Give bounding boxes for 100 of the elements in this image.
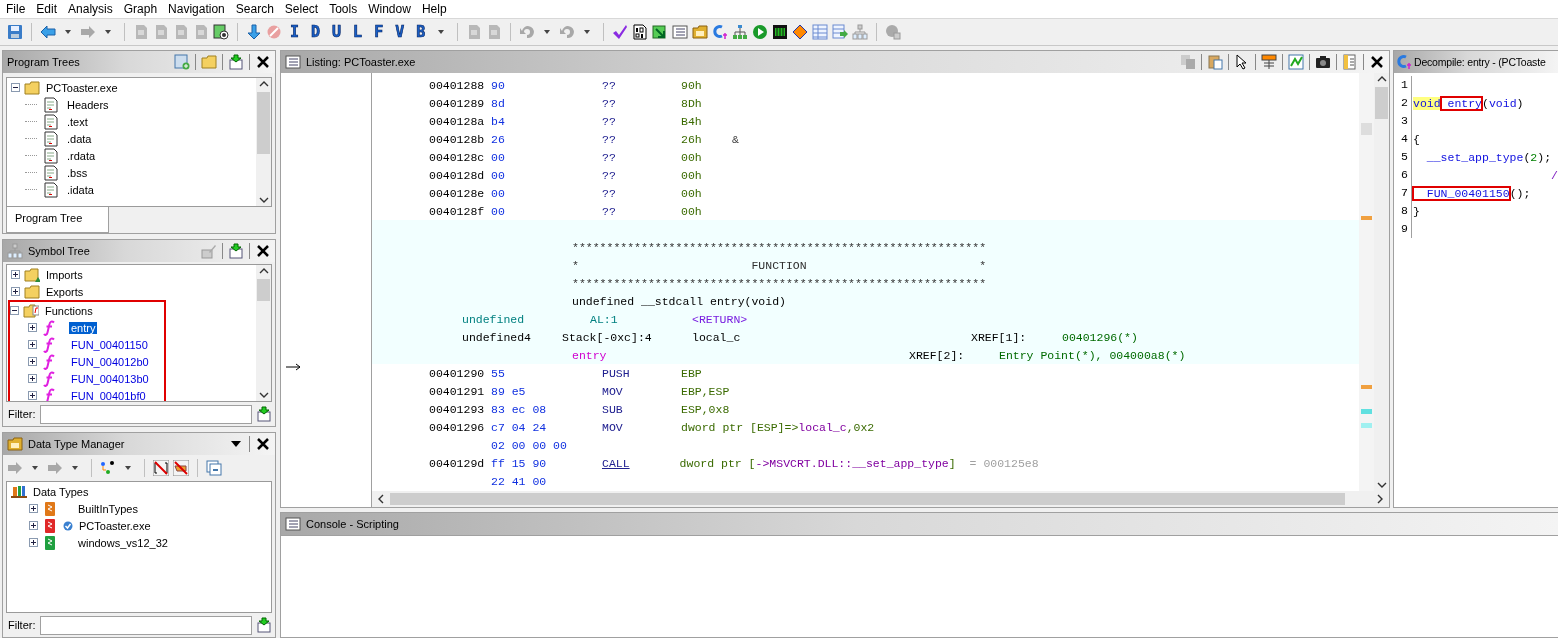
menu-item[interactable]: Select bbox=[280, 2, 326, 16]
menu-item[interactable]: Help bbox=[417, 2, 454, 16]
tree-item[interactable]: windows_vs12_32 bbox=[76, 536, 170, 549]
tree-item[interactable]: .bss bbox=[65, 166, 90, 179]
camera-icon[interactable] bbox=[1315, 54, 1331, 70]
tree-item[interactable]: PCToaster.exe bbox=[44, 81, 120, 94]
tree-item[interactable]: FUN_004013b0 bbox=[69, 372, 151, 385]
bookshelf-icon[interactable] bbox=[11, 483, 27, 500]
tree-item[interactable]: .idata bbox=[65, 183, 96, 196]
collapse-toggle[interactable] bbox=[11, 83, 20, 92]
scrollbar[interactable] bbox=[372, 491, 1389, 507]
scrollbar[interactable] bbox=[256, 265, 271, 401]
diff-icon[interactable] bbox=[1288, 54, 1304, 70]
document-icon[interactable] bbox=[43, 147, 59, 164]
filter-off-icon[interactable] bbox=[173, 460, 189, 476]
scroll-thumb[interactable] bbox=[390, 493, 1345, 505]
expand-toggle[interactable] bbox=[29, 504, 38, 513]
document-icon[interactable] bbox=[43, 130, 59, 147]
expand-toggle[interactable] bbox=[28, 391, 37, 400]
menu-item[interactable]: Window bbox=[364, 2, 418, 16]
chip-icon[interactable] bbox=[772, 24, 789, 40]
image-icon[interactable] bbox=[213, 24, 229, 40]
down-arrow-icon[interactable] bbox=[246, 24, 262, 40]
tree-item[interactable]: Headers bbox=[65, 98, 111, 111]
filter-off-icon[interactable] bbox=[153, 460, 169, 476]
menu-item[interactable]: Analysis bbox=[64, 2, 120, 16]
table-export-icon[interactable] bbox=[832, 24, 849, 40]
function-icon[interactable] bbox=[712, 24, 729, 40]
close-icon[interactable] bbox=[255, 436, 271, 452]
overview-marker[interactable] bbox=[1361, 423, 1372, 428]
close-icon[interactable] bbox=[255, 243, 271, 259]
expand-toggle[interactable] bbox=[28, 323, 37, 332]
document-icon[interactable] bbox=[43, 164, 59, 181]
play-icon[interactable] bbox=[752, 24, 769, 40]
binary-file-icon[interactable] bbox=[632, 24, 649, 40]
expand-toggle[interactable] bbox=[29, 538, 38, 547]
close-icon[interactable] bbox=[1369, 54, 1385, 70]
toolbar-button[interactable]: V bbox=[391, 23, 409, 41]
tree-item[interactable]: Functions bbox=[43, 304, 95, 317]
filter-field[interactable] bbox=[39, 404, 252, 424]
document-icon[interactable] bbox=[43, 96, 59, 113]
xref-value[interactable]: 00401296(*) bbox=[1062, 330, 1138, 344]
folder-icon[interactable] bbox=[692, 24, 709, 40]
tree-item[interactable]: PCToaster.exe bbox=[77, 519, 153, 532]
filter-field[interactable] bbox=[39, 615, 252, 635]
scroll-left-icon[interactable] bbox=[376, 494, 386, 504]
tree-icon[interactable] bbox=[732, 24, 749, 40]
tree-item[interactable]: BuiltInTypes bbox=[76, 502, 140, 515]
folder-icon[interactable] bbox=[24, 266, 40, 283]
menu-item[interactable]: Tools bbox=[325, 2, 365, 16]
expand-toggle[interactable] bbox=[28, 340, 37, 349]
expand-toggle[interactable] bbox=[11, 287, 20, 296]
function-icon[interactable] bbox=[41, 336, 57, 353]
scrollbar[interactable] bbox=[1374, 73, 1389, 491]
toolbar-button[interactable]: L bbox=[349, 23, 367, 41]
tree-item[interactable]: .rdata bbox=[65, 149, 98, 162]
scroll-thumb[interactable] bbox=[257, 279, 270, 302]
document-icon[interactable] bbox=[43, 181, 59, 198]
tree-item[interactable]: Imports bbox=[44, 268, 85, 281]
document-icon[interactable] bbox=[43, 113, 59, 130]
scrollbar[interactable] bbox=[256, 78, 271, 206]
collapse-toggle[interactable] bbox=[10, 306, 19, 315]
menu-item[interactable]: File bbox=[2, 2, 33, 16]
tree-item[interactable]: Data Types bbox=[31, 485, 91, 498]
tree-item[interactable]: FUN_00401150 bbox=[69, 338, 150, 351]
graph-icon[interactable] bbox=[100, 460, 116, 476]
collapse-all-icon[interactable] bbox=[206, 460, 222, 476]
tree-item[interactable]: entry bbox=[69, 321, 98, 334]
function-icon[interactable] bbox=[41, 319, 57, 336]
xref-value[interactable]: Entry Point(*), 004000a8(*) bbox=[999, 348, 1186, 362]
expand-toggle[interactable] bbox=[28, 374, 37, 383]
filter-options-icon[interactable] bbox=[256, 617, 272, 633]
function-icon[interactable] bbox=[41, 353, 57, 370]
tree-item[interactable]: FUN_004012b0 bbox=[69, 355, 151, 368]
menu-item[interactable]: Graph bbox=[119, 2, 165, 16]
save-icon[interactable] bbox=[7, 24, 23, 40]
menu-item[interactable]: Navigation bbox=[164, 2, 232, 16]
checkmark-icon[interactable] bbox=[612, 24, 629, 40]
fields-icon[interactable] bbox=[1261, 54, 1277, 70]
scroll-thumb[interactable] bbox=[1375, 87, 1388, 119]
tree-item[interactable]: Exports bbox=[44, 285, 86, 298]
close-icon[interactable] bbox=[255, 54, 271, 70]
toolbar-button[interactable]: D bbox=[307, 23, 325, 41]
paste-icon[interactable] bbox=[1207, 54, 1223, 70]
expand-toggle[interactable] bbox=[11, 270, 20, 279]
tree-item[interactable]: .text bbox=[65, 115, 90, 128]
tree-item[interactable]: FUN_00401bf0 bbox=[69, 389, 148, 401]
tree-item[interactable]: .data bbox=[65, 132, 94, 145]
scroll-thumb[interactable] bbox=[257, 92, 270, 155]
expand-toggle[interactable] bbox=[28, 357, 37, 366]
toolbar-button[interactable]: U bbox=[328, 23, 346, 41]
toolbar-button[interactable]: B bbox=[412, 23, 430, 41]
filter-options-icon[interactable] bbox=[256, 406, 272, 422]
mnemonic[interactable]: CALL bbox=[602, 456, 630, 470]
expand-toggle[interactable] bbox=[29, 521, 38, 530]
import-icon[interactable] bbox=[228, 54, 244, 70]
overview-marker[interactable] bbox=[1361, 409, 1372, 414]
overview-marker[interactable] bbox=[1361, 216, 1372, 220]
scroll-right-icon[interactable] bbox=[1375, 494, 1385, 504]
diamond-icon[interactable] bbox=[792, 24, 809, 40]
